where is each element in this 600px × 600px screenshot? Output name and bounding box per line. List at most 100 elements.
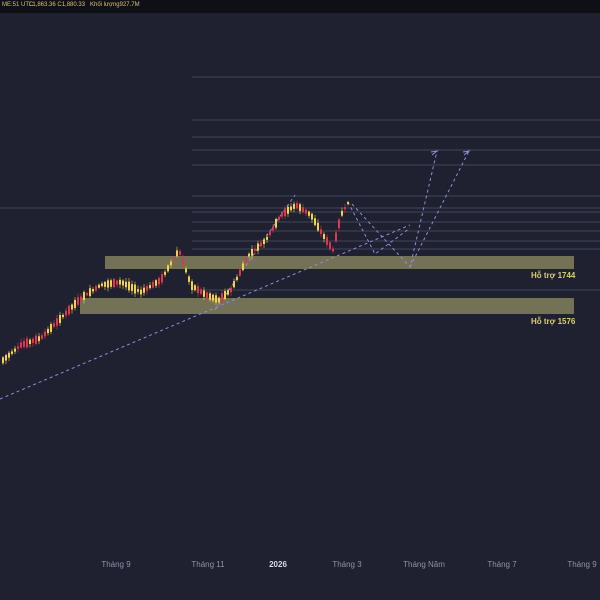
candle-body-52 bbox=[158, 277, 160, 285]
candle-body-20 bbox=[62, 314, 64, 318]
candle-body-31 bbox=[95, 286, 97, 291]
candle-body-103 bbox=[311, 213, 313, 220]
candle-body-57 bbox=[173, 257, 175, 260]
candle-body-36 bbox=[110, 280, 112, 287]
projection-path-b bbox=[351, 150, 438, 269]
candle-body-81 bbox=[245, 258, 247, 264]
candle-body-9 bbox=[29, 339, 31, 345]
candle-body-66 bbox=[200, 289, 202, 294]
candle-body-15 bbox=[47, 328, 49, 334]
candle-body-33 bbox=[101, 283, 103, 287]
candle-body-62 bbox=[188, 276, 190, 282]
candle-body-109 bbox=[329, 242, 331, 249]
candle-body-83 bbox=[251, 249, 253, 256]
candle-body-22 bbox=[68, 305, 70, 315]
candle-body-104 bbox=[314, 218, 316, 226]
candle-body-77 bbox=[233, 281, 235, 288]
candle-body-100 bbox=[302, 207, 304, 213]
x-label-2026: 2026 bbox=[269, 560, 287, 569]
candle-body-56 bbox=[170, 261, 172, 266]
candle-body-68 bbox=[206, 292, 208, 299]
candle-body-98 bbox=[296, 202, 298, 209]
candle-body-112 bbox=[338, 219, 340, 229]
candle-body-19 bbox=[59, 314, 61, 324]
candle-body-70 bbox=[212, 294, 214, 301]
candle-body-94 bbox=[284, 208, 286, 217]
candle-body-40 bbox=[122, 280, 124, 286]
candle-body-74 bbox=[224, 290, 226, 300]
candle-body-85 bbox=[257, 243, 259, 251]
candle-body-53 bbox=[161, 274, 163, 283]
candle-body-43 bbox=[131, 284, 133, 291]
candle-body-37 bbox=[113, 278, 115, 288]
candle-body-2 bbox=[8, 352, 10, 358]
candle-body-46 bbox=[140, 289, 142, 295]
support-zone-1576 bbox=[80, 298, 574, 314]
candle-body-11 bbox=[35, 335, 37, 344]
candle-body-64 bbox=[194, 285, 196, 291]
candle-body-12 bbox=[38, 336, 40, 342]
candle-body-86 bbox=[260, 242, 262, 247]
candle-body-106 bbox=[320, 229, 322, 235]
support-zones bbox=[80, 256, 574, 314]
candle-body-63 bbox=[191, 281, 193, 290]
candle-body-73 bbox=[221, 293, 223, 302]
candle-body-101 bbox=[305, 209, 307, 214]
candle-body-110 bbox=[332, 248, 334, 252]
candle-body-21 bbox=[65, 310, 67, 316]
candle-body-84 bbox=[254, 248, 256, 251]
candle-body-27 bbox=[83, 292, 85, 301]
candle-body-115 bbox=[347, 201, 349, 205]
candle-body-18 bbox=[56, 318, 58, 326]
candle-body-0 bbox=[2, 357, 4, 364]
candle-body-105 bbox=[317, 222, 319, 231]
candle-body-16 bbox=[50, 324, 52, 332]
candle-body-44 bbox=[134, 284, 136, 294]
candle-body-111 bbox=[335, 232, 337, 242]
candle-body-14 bbox=[44, 331, 46, 337]
support-label-1744: Hỗ trợ 1744 bbox=[531, 271, 576, 280]
candle-body-4 bbox=[14, 348, 16, 352]
candle-body-48 bbox=[146, 286, 148, 291]
candle-body-69 bbox=[209, 293, 211, 300]
candle-body-49 bbox=[149, 285, 151, 289]
candle-body-76 bbox=[230, 287, 232, 293]
candle-body-78 bbox=[236, 276, 238, 280]
candle-body-47 bbox=[143, 287, 145, 293]
candle-body-41 bbox=[125, 281, 127, 288]
candle-body-95 bbox=[287, 206, 289, 214]
candle-body-38 bbox=[116, 280, 118, 285]
price-chart[interactable] bbox=[0, 0, 600, 550]
candle-body-1 bbox=[5, 354, 7, 361]
candle-body-92 bbox=[278, 216, 280, 220]
candle-body-102 bbox=[308, 211, 310, 216]
support-label-1576: Hỗ trợ 1576 bbox=[531, 317, 576, 326]
candle-body-34 bbox=[104, 281, 106, 287]
candle-body-26 bbox=[80, 296, 82, 300]
candle-body-54 bbox=[164, 271, 166, 275]
candle-body-90 bbox=[272, 226, 274, 231]
candle-body-45 bbox=[137, 289, 139, 292]
candle-body-25 bbox=[77, 297, 79, 305]
candle-body-13 bbox=[41, 335, 43, 339]
candle-body-58 bbox=[176, 250, 178, 257]
x-label-thang-9: Tháng 9 bbox=[101, 560, 131, 569]
candle-body-42 bbox=[128, 281, 130, 291]
candle-body-97 bbox=[293, 203, 295, 209]
candle-body-93 bbox=[281, 212, 283, 217]
candle-body-7 bbox=[23, 341, 25, 347]
candle-body-88 bbox=[266, 236, 268, 240]
candle-body-80 bbox=[242, 263, 244, 270]
candle-body-30 bbox=[92, 289, 94, 292]
candlesticks bbox=[2, 200, 349, 365]
candle-body-72 bbox=[218, 297, 220, 303]
candle-body-82 bbox=[248, 253, 250, 257]
projection-path-c bbox=[409, 150, 470, 268]
candle-body-91 bbox=[275, 219, 277, 228]
support-zone-1744 bbox=[105, 256, 574, 269]
candle-body-61 bbox=[185, 268, 187, 273]
candle-body-51 bbox=[155, 280, 157, 286]
trendlines bbox=[0, 150, 471, 400]
x-label-thang-7: Tháng 7 bbox=[487, 560, 517, 569]
candle-body-39 bbox=[119, 279, 121, 285]
